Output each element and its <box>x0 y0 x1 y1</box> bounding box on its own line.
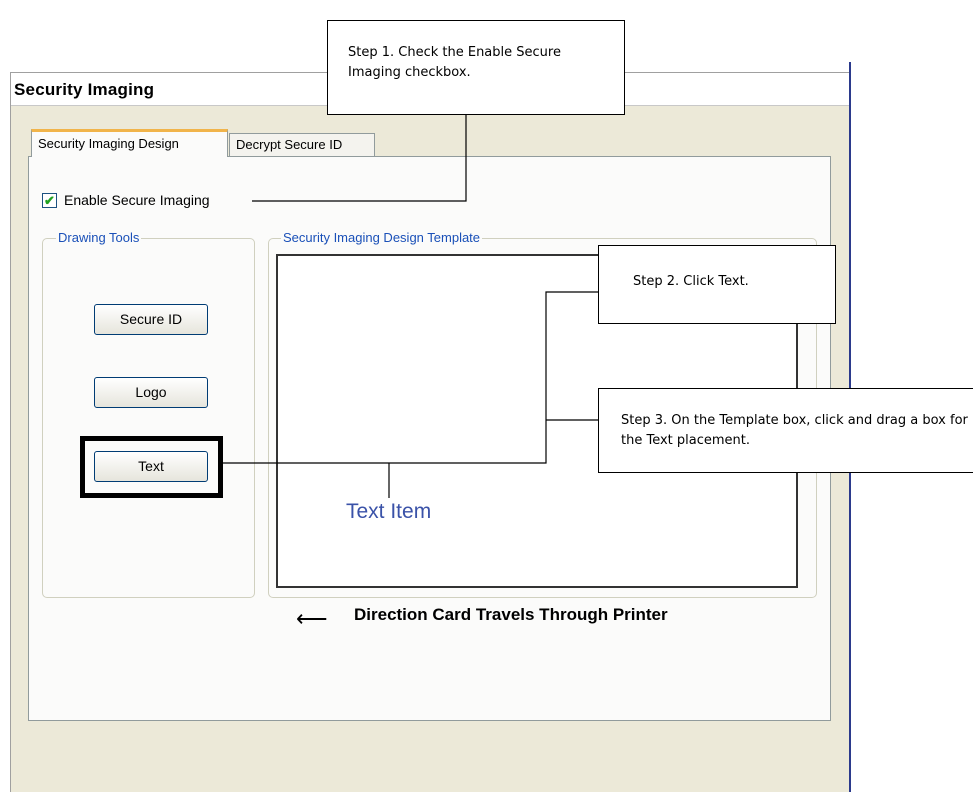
step2-leader-line <box>223 291 598 464</box>
step1-callout: Step 1. Check the Enable Secure Imaging … <box>327 20 625 115</box>
step1-leader-line <box>252 115 467 202</box>
step2-callout: Step 2. Click Text. <box>598 245 836 324</box>
step3-callout: Step 3. On the Template box, click and d… <box>598 388 973 473</box>
